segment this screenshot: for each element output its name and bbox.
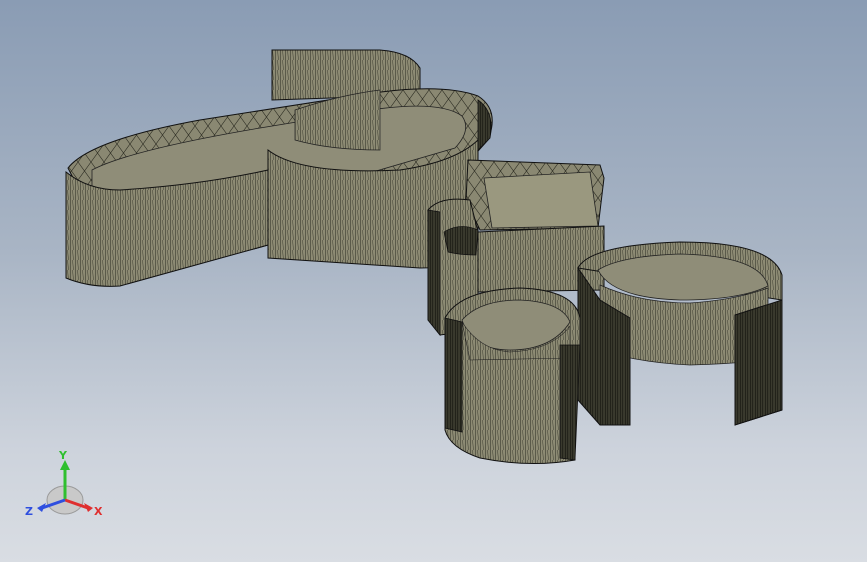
orientation-triad[interactable]: Y Z X (22, 448, 108, 528)
y-axis-label: Y (58, 449, 68, 462)
model-view[interactable] (0, 0, 867, 562)
right-open-ring (577, 241, 783, 426)
cad-viewport[interactable]: Y Z X (0, 0, 867, 562)
front-open-ring (444, 287, 581, 465)
center-block (465, 159, 605, 293)
x-axis-label: X (94, 505, 103, 518)
z-axis-label: Z (25, 505, 33, 518)
